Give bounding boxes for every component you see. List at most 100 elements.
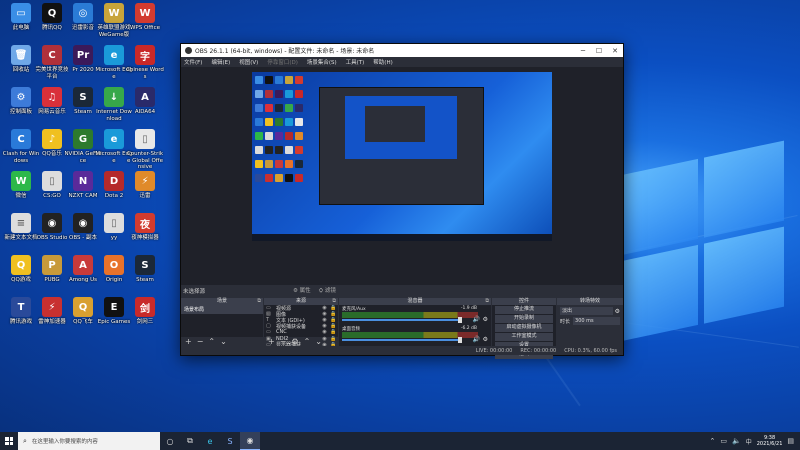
desktop-icon[interactable]: ⚡ 迅雷 <box>126 171 164 200</box>
preview-mini-icon <box>275 174 283 182</box>
preview-mini-icon <box>295 104 303 112</box>
studio-mode-button[interactable]: 工作室模式 <box>495 333 553 341</box>
close-icon[interactable]: ✕ <box>607 44 623 57</box>
mixer-dock-title: 混音器 <box>407 298 423 304</box>
app-icon: W <box>11 171 31 191</box>
menu-help[interactable]: 帮助(H) <box>373 58 392 66</box>
desktop-icon[interactable]: 夜夜神模拟器 <box>126 213 164 242</box>
notification-icon[interactable]: ▤ <box>787 437 794 445</box>
visibility-eye-icon[interactable]: ◉ <box>320 323 329 329</box>
preview-mini-icon <box>275 76 283 84</box>
visibility-eye-icon[interactable]: ◉ <box>320 329 329 335</box>
preview-mini-icon <box>265 90 273 98</box>
menu-scene-collection[interactable]: 场景集合(S) <box>307 58 337 66</box>
maximize-icon[interactable]: ☐ <box>591 44 607 57</box>
task-view-icon[interactable]: ⧉ <box>180 432 200 450</box>
source-properties-icon[interactable]: ⚙ <box>291 337 298 346</box>
desktop-icon[interactable]: 字 Chinese Words <box>126 45 164 80</box>
mixer-db-readout: -1.9 dB <box>460 306 477 311</box>
volume-icon[interactable]: 🔈 <box>732 437 741 445</box>
volume-slider[interactable] <box>342 337 462 343</box>
app-icon: e <box>104 129 124 149</box>
ime-icon[interactable]: 中 <box>746 437 752 446</box>
preview-mini-icon <box>275 90 283 98</box>
lock-icon[interactable]: 🔒 <box>329 329 338 335</box>
obs-window[interactable]: OBS 26.1.1 (64-bit, windows) - 配置文件: 未命名… <box>180 43 624 359</box>
visibility-eye-icon[interactable]: ◉ <box>320 311 329 317</box>
transition-select[interactable]: 淡出 <box>560 307 613 315</box>
scene-item[interactable]: 场景布局 <box>181 305 263 314</box>
taskbar: ⌕ 在这里输入你要搜索的内容 ○ ⧉ e S ◉ ⌃ ▭ 🔈 中 9:38 20… <box>0 432 800 450</box>
move-down-icon[interactable]: ⌄ <box>220 337 227 346</box>
taskbar-search-box[interactable]: ⌕ 在这里输入你要搜索的内容 <box>18 432 160 450</box>
properties-button[interactable]: ⚙ 属性 <box>293 286 311 295</box>
app-icon: A <box>135 87 155 107</box>
tray-chevron-icon[interactable]: ⌃ <box>710 437 716 445</box>
controls-list: 停止推流 开始录制 启动虚拟摄像机 工作室模式 设置 退出 <box>492 305 556 359</box>
remove-scene-icon[interactable]: − <box>197 337 204 346</box>
minimize-icon[interactable]: ─ <box>575 44 591 57</box>
menu-edit[interactable]: 编辑(E) <box>211 58 230 66</box>
network-icon[interactable]: ▭ <box>720 437 727 445</box>
obs-preview-area <box>181 67 623 285</box>
obs-title-bar[interactable]: OBS 26.1.1 (64-bit, windows) - 配置文件: 未命名… <box>181 44 623 57</box>
app-icon: ◉ <box>73 213 93 233</box>
selected-source-label: 未选择源 <box>183 289 206 295</box>
speaker-icon[interactable]: 🔊 <box>473 316 480 323</box>
desktop-icon-label: 迅雷 <box>139 193 151 199</box>
app-icon: ◎ <box>73 3 93 23</box>
obs-taskbar-icon[interactable]: ◉ <box>240 432 260 450</box>
desktop-icon[interactable]: ▯ Counter-Strike Global Offensive <box>126 129 164 171</box>
visibility-eye-icon[interactable]: ◉ <box>320 305 329 311</box>
cortana-icon[interactable]: ○ <box>160 432 180 450</box>
channel-settings-icon[interactable]: ⚙ <box>483 336 488 343</box>
stop-streaming-button[interactable]: 停止推流 <box>495 306 553 314</box>
visibility-eye-icon[interactable]: ◉ <box>320 317 329 323</box>
obs-preview-canvas[interactable] <box>252 72 552 241</box>
remove-source-icon[interactable]: − <box>280 337 287 346</box>
start-button[interactable] <box>0 432 18 450</box>
edge-taskbar-icon[interactable]: e <box>200 432 220 450</box>
transitions-panel: 淡出 ⚙ 时长 300 ms <box>557 305 623 346</box>
dock-float-icon[interactable]: ⧉ <box>257 298 261 305</box>
add-source-icon[interactable]: + <box>268 337 275 346</box>
scenes-list: 场景布局 <box>181 305 263 337</box>
menu-file[interactable]: 文件(F) <box>184 58 202 66</box>
move-up-icon[interactable]: ⌃ <box>208 337 215 346</box>
start-virtual-camera-button[interactable]: 启动虚拟摄像机 <box>495 324 553 332</box>
steam-taskbar-icon[interactable]: S <box>220 432 240 450</box>
app-icon: ▭ <box>11 3 31 23</box>
menu-tools[interactable]: 工具(T) <box>346 58 365 66</box>
volume-slider[interactable] <box>342 317 462 323</box>
desktop-icon[interactable]: W WPS Office <box>126 3 164 32</box>
app-icon: Q <box>42 3 62 23</box>
speaker-icon[interactable]: 🔊 <box>473 336 480 343</box>
filters-button[interactable]: ⛭ 滤镜 <box>319 286 336 295</box>
dock-float-icon[interactable]: ⧉ <box>485 298 489 305</box>
source-type-icon: ▢ <box>266 323 271 330</box>
dock-float-icon[interactable]: ⧉ <box>332 298 336 305</box>
app-icon: N <box>73 171 93 191</box>
preview-mini-icon <box>255 76 263 84</box>
taskbar-clock[interactable]: 9:38 2021/6/21 <box>757 435 783 447</box>
desktop-icon[interactable]: A AIDA64 <box>126 87 164 116</box>
channel-settings-icon[interactable]: ⚙ <box>483 316 488 323</box>
preview-mini-icon <box>275 118 283 126</box>
start-recording-button[interactable]: 开始录制 <box>495 315 553 323</box>
sources-dock-title: 来源 <box>295 298 306 304</box>
transition-gear-icon[interactable]: ⚙ <box>615 308 620 315</box>
desktop-icon[interactable]: 剑剑网三 <box>126 297 164 326</box>
windows-start-icon <box>5 437 13 445</box>
add-scene-icon[interactable]: + <box>185 337 192 346</box>
preview-mini-icon <box>265 118 273 126</box>
preview-mini-icon <box>295 146 303 154</box>
move-down-icon[interactable]: ⌄ <box>315 337 322 346</box>
preview-mini-icon <box>285 118 293 126</box>
duration-input[interactable]: 300 ms <box>573 317 620 325</box>
move-up-icon[interactable]: ⌃ <box>304 337 311 346</box>
desktop-icon-label: 剑网三 <box>136 319 154 325</box>
menu-docks[interactable]: 停靠窗口(D) <box>267 58 298 66</box>
desktop-icon[interactable]: S Steam <box>126 255 164 284</box>
menu-view[interactable]: 视图(V) <box>239 58 258 66</box>
app-icon: O <box>104 255 124 275</box>
